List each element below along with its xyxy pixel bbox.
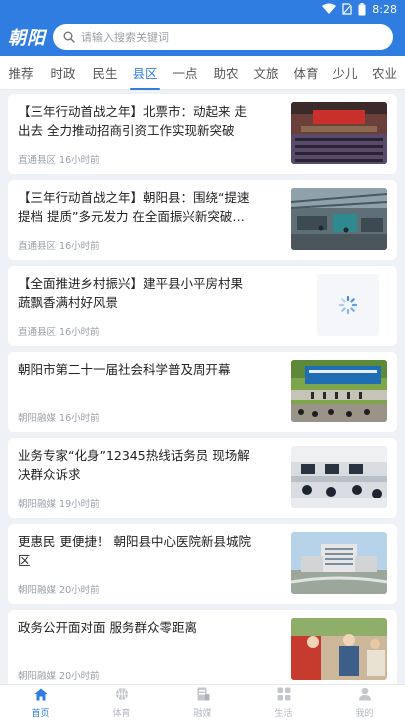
grid-icon [277,686,291,705]
outdoor-ceremony-photo [291,360,387,422]
tab-recommend[interactable]: 推荐 [0,56,42,90]
news-card[interactable]: 【三年行动首战之年】朝阳县：围绕“提速提档 提质”多元发力 在全面振兴新突破… … [8,180,397,260]
battery-icon [358,2,366,16]
nav-life-label: 生活 [274,709,293,719]
news-source: 朝阳融媒 [18,499,57,510]
news-source: 朝阳融媒 [18,585,57,596]
news-title: 更惠民 更便捷！ 朝阳县中心医院新县城院区 [18,534,251,568]
news-title: 政务公开面对面 服务群众零距离 [18,620,197,635]
news-card[interactable]: 业务专家“化身”12345热线话务员 现场解决群众诉求 朝阳融媒 19小时前 [8,438,397,518]
news-card[interactable]: 朝阳市第二十一届社会科学普及周开幕 朝阳融媒 16小时前 [8,352,397,432]
sim-icon [342,3,352,15]
nav-sports-label: 体育 [112,709,131,719]
nav-home[interactable]: 首页 [0,685,81,720]
wifi-icon [322,3,337,15]
news-meta: 朝阳融媒 20小时前 [18,668,100,682]
tab-yidian[interactable]: 一点 [164,56,206,90]
news-time: 19小时前 [59,499,100,510]
tab-counties[interactable]: 县区 [126,56,164,90]
news-time: 16小时前 [59,155,100,166]
news-meta: 朝阳融媒 19小时前 [18,496,100,510]
nav-media[interactable]: 融媒 [162,685,243,720]
bottom-navigation: 首页 体育 融媒 生活 我的 [0,684,405,720]
news-time: 20小时前 [59,585,100,596]
tab-sports[interactable]: 体育 [286,56,326,90]
news-meta: 直通县区 16小时前 [18,238,100,252]
news-source: 朝阳融媒 [18,413,57,424]
news-meta: 直通县区 16小时前 [18,324,100,338]
news-source: 朝阳融媒 [18,671,57,682]
nav-life[interactable]: 生活 [243,685,324,720]
loading-spinner-icon [317,274,379,336]
tab-livelihood[interactable]: 民生 [84,56,126,90]
basketball-icon [115,686,129,705]
news-title: 【三年行动首战之年】北票市：动起来 走出去 全力推动招商引资工作实现新突破 [18,104,247,138]
news-source: 直通县区 [18,155,57,166]
factory-workshop-photo [291,188,387,250]
tab-kids[interactable]: 少儿 [326,56,364,90]
tab-farming[interactable]: 农业 [364,56,405,90]
status-time: 8:28 [372,2,397,16]
status-bar: 8:28 [322,0,397,18]
news-title: 朝阳市第二十一届社会科学普及周开幕 [18,362,231,377]
app-logo: 朝阳 [8,28,46,49]
news-card[interactable]: 更惠民 更便捷！ 朝阳县中心医院新县城院区 朝阳融媒 20小时前 [8,524,397,604]
user-icon [358,686,372,705]
nav-home-label: 首页 [31,709,50,719]
search-placeholder: 请输入搜索关键词 [81,31,169,44]
news-source: 直通县区 [18,327,57,338]
news-card[interactable]: 政务公开面对面 服务群众零距离 朝阳融媒 20小时前 [8,610,397,684]
hospital-building-photo [291,532,387,594]
nav-profile[interactable]: 我的 [324,685,405,720]
news-card[interactable]: 【全面推进乡村振兴】建平县小平房村果蔬飘香满村好风景 直通县区 16小时前 [8,266,397,346]
news-meta: 朝阳融媒 20小时前 [18,582,100,596]
category-tabs: 推荐 时政 民生 县区 一点 助农 文旅 体育 少儿 农业 [0,56,405,90]
news-title: 【全面推进乡村振兴】建平县小平房村果蔬飘香满村好风景 [18,276,244,310]
news-feed: 【三年行动首战之年】北票市：动起来 走出去 全力推动招商引资工作实现新突破 直通… [0,90,405,684]
search-input[interactable]: 请输入搜索关键词 [53,24,393,50]
nav-sports[interactable]: 体育 [81,685,162,720]
news-time: 20小时前 [59,671,100,682]
conference-hall-photo [291,102,387,164]
news-source: 直通县区 [18,241,57,252]
news-meta: 直通县区 16小时前 [18,152,100,166]
news-time: 16小时前 [59,413,100,424]
tab-agriculture-aid[interactable]: 助农 [206,56,246,90]
news-time: 16小时前 [59,241,100,252]
tab-politics[interactable]: 时政 [42,56,84,90]
home-icon [34,686,48,705]
news-meta: 朝阳融媒 16小时前 [18,410,100,424]
public-service-photo [291,618,387,680]
app-header: 8:28 朝阳 请输入搜索关键词 [0,0,405,56]
call-center-photo [291,446,387,508]
nav-media-label: 融媒 [193,709,212,719]
news-title: 业务专家“化身”12345热线话务员 现场解决群众诉求 [18,448,250,482]
news-title: 【三年行动首战之年】朝阳县：围绕“提速提档 提质”多元发力 在全面振兴新突破… [18,190,250,224]
news-card[interactable]: 【三年行动首战之年】北票市：动起来 走出去 全力推动招商引资工作实现新突破 直通… [8,94,397,174]
search-icon [63,28,75,47]
tab-culture-tourism[interactable]: 文旅 [246,56,286,90]
news-time: 16小时前 [59,327,100,338]
media-icon [196,686,210,705]
nav-profile-label: 我的 [355,709,374,719]
